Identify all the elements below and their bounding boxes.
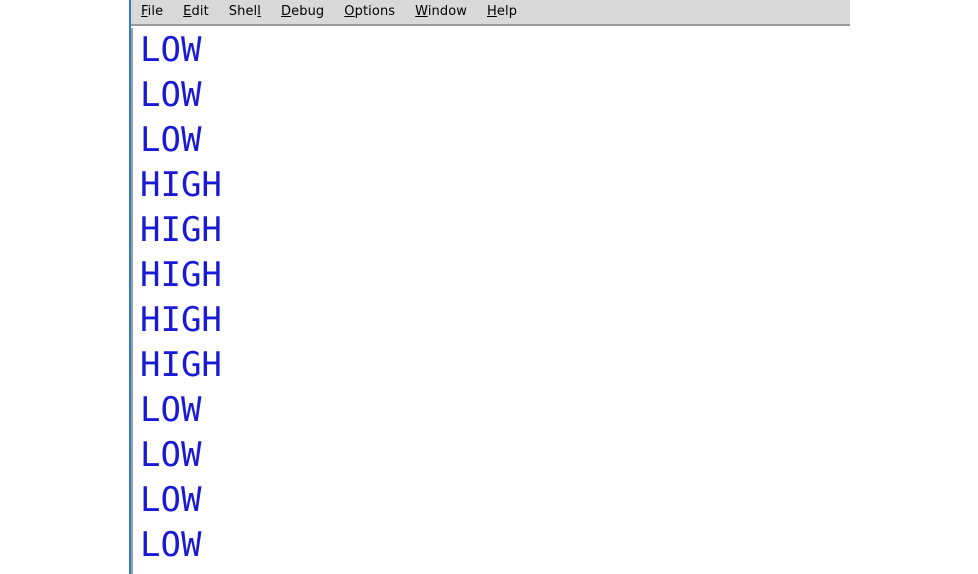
idle-shell-window: File Edit Shell Debug Options Window Help LOW L… <box>131 0 978 574</box>
window-left-edge <box>129 0 131 574</box>
output-line: LOW <box>140 480 202 520</box>
menu-item-debug[interactable]: Debug <box>281 5 324 19</box>
menu-item-options[interactable]: Options <box>344 5 395 19</box>
menu-label-suffix: indow <box>427 4 468 19</box>
menu-item-edit[interactable]: Edit <box>183 5 209 19</box>
menu-mnemonic: W <box>415 4 428 19</box>
output-line: HIGH <box>140 165 222 205</box>
output-line: LOW <box>140 30 202 70</box>
output-line: LOW <box>140 435 202 475</box>
menu-item-help[interactable]: Help <box>487 5 517 19</box>
menu-mnemonic: O <box>344 4 355 19</box>
menu-bar: File Edit Shell Debug Options Window Help <box>131 0 850 26</box>
menu-mnemonic: E <box>183 4 192 19</box>
output-line: LOW <box>140 525 202 565</box>
menu-mnemonic: H <box>487 4 497 19</box>
output-line: HIGH <box>140 255 222 295</box>
menu-item-file[interactable]: File <box>141 5 163 19</box>
menu-item-window[interactable]: Window <box>415 5 467 19</box>
menu-mnemonic: D <box>281 4 292 19</box>
output-line: LOW <box>140 390 202 430</box>
page-background: File Edit Shell Debug Options Window Help LOW L… <box>0 0 978 574</box>
menu-label-suffix: dit <box>191 4 209 19</box>
menu-mnemonic: l <box>257 4 261 19</box>
output-line: LOW <box>140 75 202 115</box>
output-line: HIGH <box>140 210 222 250</box>
menu-label-suffix: ebug <box>291 4 325 19</box>
menu-label-suffix: ptions <box>354 4 396 19</box>
menu-label-suffix: ile <box>147 4 164 19</box>
shell-output-lines: LOW LOW LOW HIGH HIGH HIGH HIGH HIGH LOW LOW LOW LO… <box>133 28 978 568</box>
menu-label-suffix: elp <box>496 4 518 19</box>
output-line: HIGH <box>140 345 222 385</box>
menu-item-shell[interactable]: Shell <box>229 5 261 19</box>
menu-mnemonic: F <box>141 4 148 19</box>
output-line: HIGH <box>140 300 222 340</box>
output-line: LOW <box>140 120 202 160</box>
menu-label-prefix: Shel <box>228 4 258 19</box>
shell-output-area[interactable]: LOW LOW LOW HIGH HIGH HIGH HIGH HIGH LOW LOW LOW LO… <box>131 28 978 574</box>
